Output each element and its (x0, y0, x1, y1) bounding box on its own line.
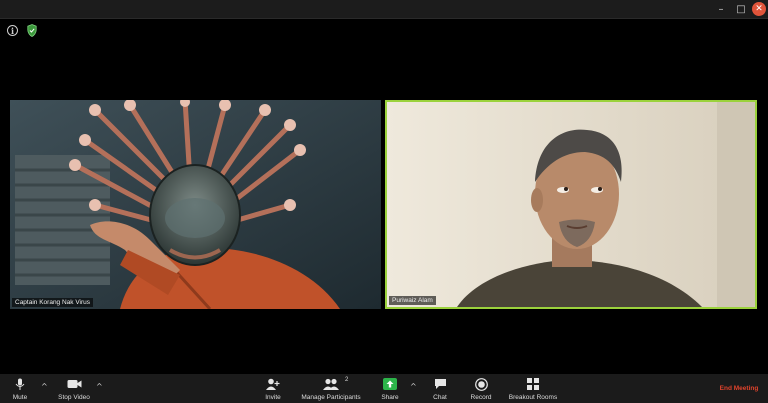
stop-video-label: Stop Video (58, 394, 90, 401)
participant-name-label: Captain Korang Nak Virus (12, 298, 94, 307)
close-button[interactable]: ✕ (752, 2, 766, 16)
participant-video-tile-active-speaker[interactable]: Puriwaiz Alam (385, 100, 757, 309)
record-icon (473, 377, 489, 391)
participant-name-label: Puriwaiz Alam (389, 296, 436, 305)
title-bar: – □ ✕ (0, 0, 768, 19)
end-meeting-button[interactable]: End Meeting (713, 380, 765, 396)
video-camera-icon (66, 377, 82, 391)
breakout-rooms-grid-icon (525, 377, 541, 391)
breakout-rooms-button[interactable]: Breakout Rooms (504, 374, 562, 403)
chat-bubble-icon (432, 377, 448, 391)
maximize-button[interactable]: □ (734, 2, 748, 16)
manage-participants-label: Manage Participants (301, 394, 361, 401)
breakout-rooms-label: Breakout Rooms (508, 394, 558, 401)
share-label: Share (381, 394, 399, 401)
invite-button[interactable]: Invite (260, 374, 286, 403)
participant-video-tile[interactable]: Captain Korang Nak Virus (10, 100, 381, 309)
participants-icon (323, 377, 339, 391)
audio-options-chevron-icon[interactable]: ^ (41, 382, 48, 391)
record-button[interactable]: Record (468, 374, 494, 403)
video-options-chevron-icon[interactable]: ^ (96, 382, 103, 391)
chat-button[interactable]: Chat (428, 374, 452, 403)
person-in-room-icon (387, 102, 755, 307)
manage-participants-button[interactable]: Manage Participants (296, 374, 366, 403)
invite-label: Invite (265, 394, 281, 401)
virus-mask-person-icon (10, 100, 381, 309)
add-person-icon (265, 377, 281, 391)
mute-button[interactable]: Mute (6, 374, 34, 403)
meeting-info-icon[interactable]: i (7, 25, 18, 36)
minimize-button[interactable]: – (714, 2, 728, 16)
microphone-icon (12, 377, 28, 391)
participant-count-badge: 2 (345, 377, 349, 383)
stop-video-button[interactable]: Stop Video (52, 374, 96, 403)
chat-label: Chat (433, 394, 447, 401)
share-screen-button[interactable]: Share (378, 374, 402, 403)
mute-label: Mute (12, 394, 28, 401)
meeting-toolbar: Mute ^ Stop Video ^ Invite Manage Partic… (0, 374, 768, 403)
encryption-shield-icon[interactable] (27, 24, 37, 37)
share-options-chevron-icon[interactable]: ^ (410, 382, 417, 391)
share-screen-icon (382, 377, 398, 391)
record-label: Record (470, 394, 492, 401)
